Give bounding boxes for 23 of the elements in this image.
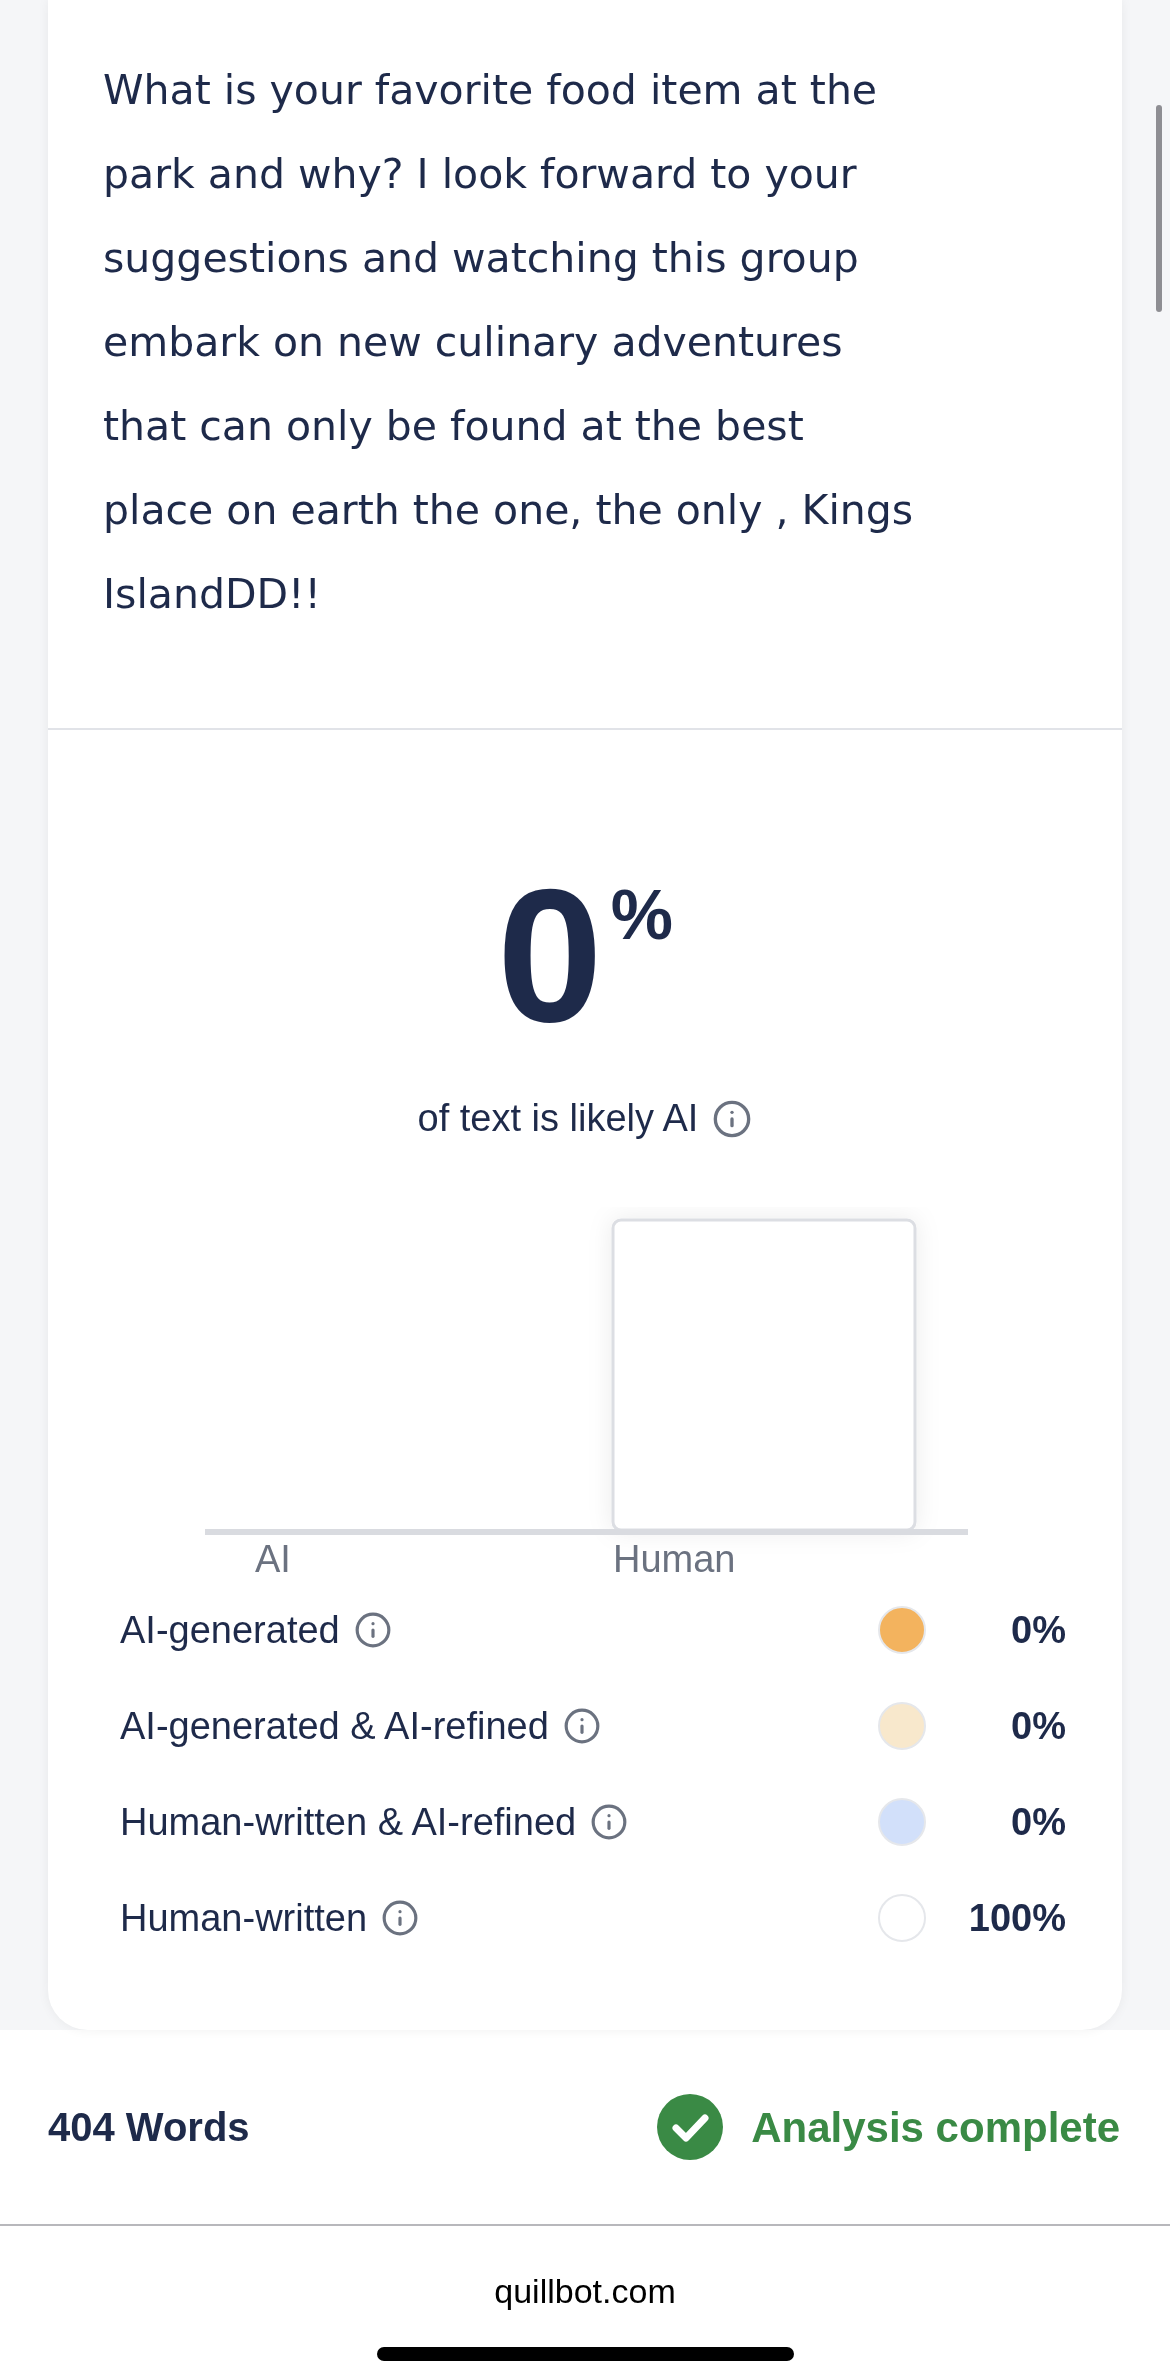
info-icon[interactable] <box>353 1611 392 1649</box>
url-text[interactable]: quillbot.com <box>494 2266 676 2317</box>
axis-label: AI <box>255 1538 291 1580</box>
scrollbar[interactable] <box>1156 105 1162 312</box>
legend-value: 0% <box>1010 1799 1066 1845</box>
legend-value: 0% <box>1010 1607 1066 1653</box>
legend-label: AI-generated <box>120 1607 340 1653</box>
word-count: 404 Words <box>48 2104 250 2151</box>
axis-label: Human <box>613 1538 736 1580</box>
info-icon[interactable] <box>381 1899 420 1937</box>
legend-value: 100% <box>967 1895 1066 1941</box>
info-icon[interactable] <box>562 1707 601 1745</box>
legend-label: AI-generated & AI-refined <box>120 1703 549 1749</box>
legend-value: 0% <box>1010 1703 1066 1749</box>
legend-label: Human-written & AI-refined <box>120 1799 577 1845</box>
ai-score: 0 <box>497 880 603 1030</box>
analysis-status: Analysis complete <box>751 2102 1120 2153</box>
info-icon[interactable] <box>590 1803 629 1841</box>
info-icon[interactable] <box>712 1098 753 1139</box>
legend-label: Human-written <box>120 1895 368 1941</box>
score-caption: of text is likely AI <box>417 1096 699 1141</box>
input-text: What is your favorite food item at the park and why? I look forward to your suggestions and watching this group embark on new culinary adventures that can only be found at the best place on earth the one, the only , Kings IslandDD!! <box>103 65 915 620</box>
percent-sign: % <box>610 880 673 950</box>
